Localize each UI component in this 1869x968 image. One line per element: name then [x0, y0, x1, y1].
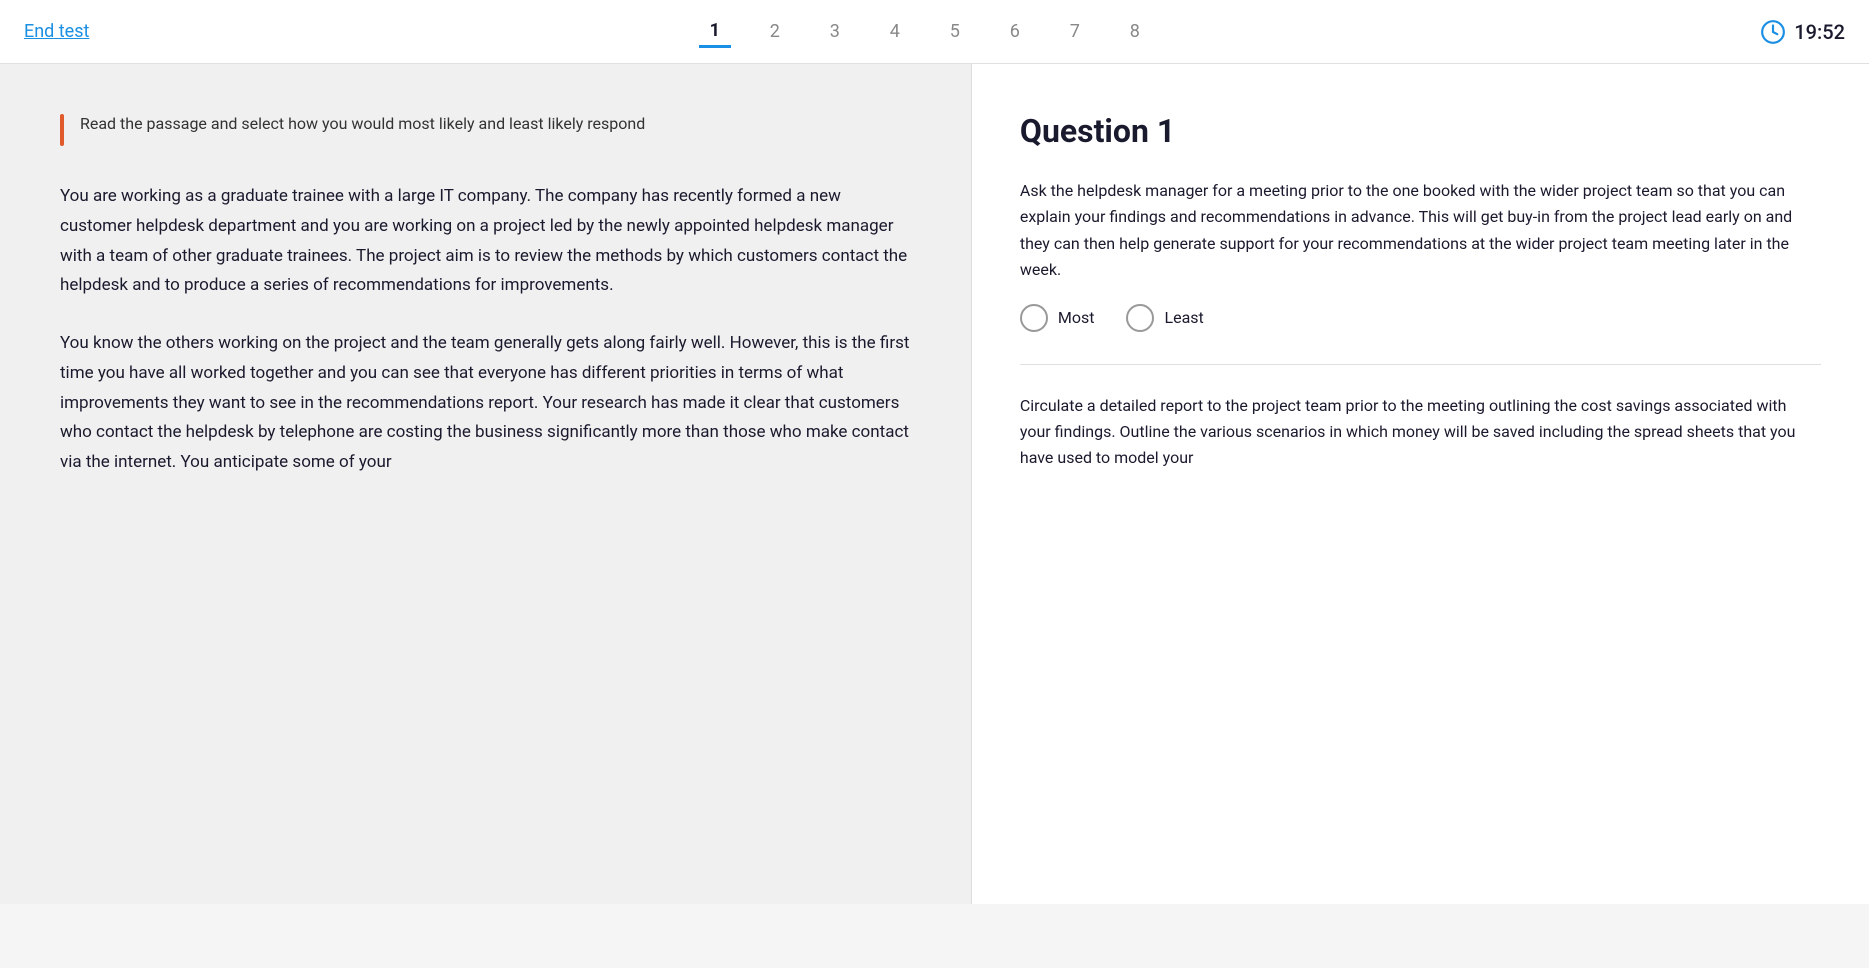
timer-value: 19:52 [1794, 20, 1845, 44]
answer-option-a-text: Ask the helpdesk manager for a meeting p… [1020, 178, 1821, 284]
header: End test 1 2 3 4 5 6 7 8 19:52 [0, 0, 1869, 64]
nav-num-4[interactable]: 4 [879, 16, 911, 48]
question-navigation: 1 2 3 4 5 6 7 8 [699, 16, 1151, 48]
answer-option-b-text: Circulate a detailed report to the proje… [1020, 393, 1821, 472]
option-divider [1020, 364, 1821, 365]
passage-paragraph-1: You are working as a graduate trainee wi… [60, 182, 911, 301]
question-panel: Question 1 Ask the helpdesk manager for … [972, 64, 1869, 904]
passage-text: You are working as a graduate trainee wi… [60, 182, 911, 478]
least-label-a[interactable]: Least [1126, 304, 1203, 332]
main-container: Read the passage and select how you woul… [0, 64, 1869, 904]
instruction-text: Read the passage and select how you woul… [80, 112, 645, 136]
most-radio-a[interactable] [1020, 304, 1048, 332]
nav-num-6[interactable]: 6 [999, 16, 1031, 48]
end-test-button[interactable]: End test [24, 21, 89, 42]
passage-panel: Read the passage and select how you woul… [0, 64, 972, 904]
red-bar-accent [60, 114, 64, 146]
most-label-a[interactable]: Most [1020, 304, 1095, 332]
nav-num-7[interactable]: 7 [1059, 16, 1091, 48]
nav-num-3[interactable]: 3 [819, 16, 851, 48]
least-text-a: Least [1164, 308, 1203, 327]
nav-num-2[interactable]: 2 [759, 16, 791, 48]
nav-num-1[interactable]: 1 [699, 16, 731, 48]
instruction-bar: Read the passage and select how you woul… [60, 112, 911, 146]
least-radio-a[interactable] [1126, 304, 1154, 332]
nav-num-5[interactable]: 5 [939, 16, 971, 48]
radio-group-a: Most Least [1020, 304, 1821, 332]
passage-paragraph-2: You know the others working on the proje… [60, 329, 911, 478]
timer-display: 19:52 [1760, 19, 1845, 45]
most-text-a: Most [1058, 308, 1095, 327]
question-title: Question 1 [1020, 112, 1821, 150]
clock-icon [1760, 19, 1786, 45]
answer-option-b: Circulate a detailed report to the proje… [1020, 393, 1821, 472]
answer-option-a: Ask the helpdesk manager for a meeting p… [1020, 178, 1821, 332]
nav-num-8[interactable]: 8 [1119, 16, 1151, 48]
